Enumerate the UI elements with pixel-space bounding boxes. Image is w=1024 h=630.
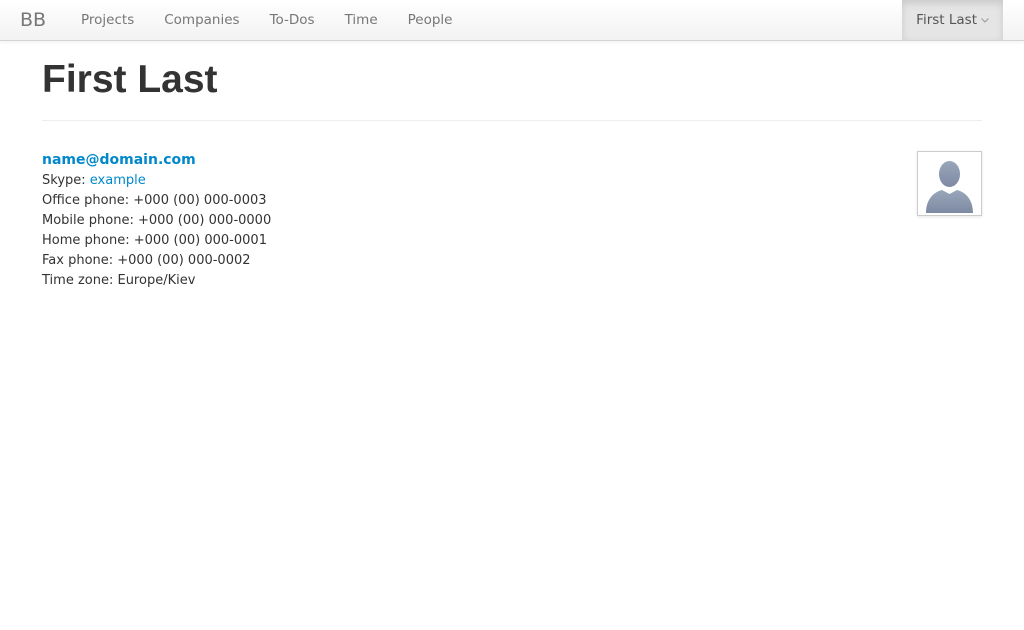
nav-item-people: People [393, 0, 468, 40]
chevron-down-icon [981, 16, 989, 25]
main-nav: Projects Companies To-Dos Time People [66, 0, 468, 40]
nav-link-people[interactable]: People [393, 0, 468, 40]
page-title: First Last [42, 58, 218, 101]
user-silhouette-icon [918, 154, 981, 213]
skype-row: Skype: example [42, 171, 982, 191]
user-menu-label: First Last [916, 12, 977, 28]
user-menu-dropdown[interactable]: First Last [902, 0, 1003, 40]
brand-link[interactable]: BB [20, 9, 46, 31]
home-phone: Home phone: +000 (00) 000-0001 [42, 233, 267, 248]
nav-item-projects: Projects [66, 0, 149, 40]
mobile-phone: Mobile phone: +000 (00) 000-0000 [42, 213, 272, 228]
avatar [917, 151, 982, 216]
main-content: First Last name@domain.com Skype: exampl… [42, 40, 982, 291]
skype-link[interactable]: example [90, 173, 146, 188]
skype-label: Skype: [42, 173, 90, 188]
nav-link-time[interactable]: Time [330, 0, 393, 40]
fax-phone: Fax phone: +000 (00) 000-0002 [42, 253, 251, 268]
nav-item-time: Time [330, 0, 393, 40]
office-phone: Office phone: +000 (00) 000-0003 [42, 193, 267, 208]
nav-item-companies: Companies [149, 0, 254, 40]
email-link[interactable]: name@domain.com [42, 149, 196, 171]
profile-details: name@domain.com Skype: example Office ph… [42, 121, 982, 291]
nav-link-companies[interactable]: Companies [149, 0, 254, 40]
nav-link-projects[interactable]: Projects [66, 0, 149, 40]
page-header: First Last [42, 40, 982, 121]
top-navbar: BB Projects Companies To-Dos Time People… [0, 0, 1024, 41]
nav-link-todos[interactable]: To-Dos [255, 0, 330, 40]
nav-item-todos: To-Dos [255, 0, 330, 40]
time-zone: Time zone: Europe/Kiev [42, 273, 196, 288]
